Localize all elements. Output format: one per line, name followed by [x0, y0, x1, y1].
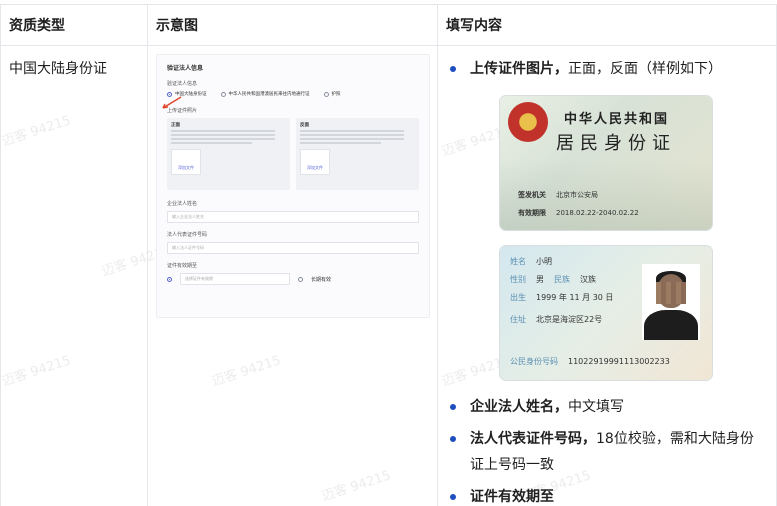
id-card-back-image: 姓名 小明 性别男民族 汉族 出生 1999 年 11 月 30 日 住址 北京是海淀区…: [500, 246, 712, 380]
header-qualification-type: 资质类型: [0, 4, 148, 46]
red-arrow-icon: [162, 96, 182, 109]
list-item: 法人代表证件号码，18位校验，需和大陆身份证上号码一致: [450, 426, 764, 478]
radio-icon: [298, 276, 303, 282]
id-back-address-row: 住址 北京是海淀区22号: [510, 315, 603, 324]
mock-expiry-field: 选择证件有效期: [180, 273, 290, 285]
id-back-sex-row: 性别男民族 汉族: [510, 275, 596, 284]
id-back-birth-row: 出生 1999 年 11 月 30 日: [510, 293, 614, 302]
requirements-list: 企业法人姓名，中文填写 法人代表证件号码，18位校验，需和大陆身份证上号码一致 …: [450, 394, 764, 506]
mock-doc-label: 验证法人信息: [167, 81, 198, 87]
mock-upload-front: 正面 添加文件: [167, 118, 290, 190]
fill-content-cell: 上传证件图片，正面，反面（样例如下） 中华人民共和国 居民身份证 签发机关 北京市…: [437, 45, 777, 506]
requirements-list: 上传证件图片，正面，反面（样例如下）: [450, 56, 764, 82]
mock-title: 验证法人信息: [167, 65, 204, 72]
mock-upload-button: 添加文件: [171, 149, 201, 175]
mock-upload-label: 上传证件照片: [167, 108, 198, 114]
mock-option: 中华人民共和国港澳居民来往内地通行证: [220, 91, 310, 97]
qualification-type-cell: 中国大陆身份证: [0, 45, 148, 506]
id-front-country: 中华人民共和国: [564, 112, 670, 127]
mock-doc-options: 中国大陆身份证 中华人民共和国港澳居民来往内地通行证 护照: [167, 91, 419, 97]
id-card-samples: 中华人民共和国 居民身份证 签发机关 北京市公安局 有效期限 2018.02.22-…: [500, 96, 764, 380]
list-item: 企业法人姓名，中文填写: [450, 394, 764, 420]
mock-expiry-row: 选择证件有效期 长期有效: [167, 273, 419, 285]
id-back-idno-row: 公民身份号码 110229199911130022​33: [510, 357, 670, 366]
illustration-cell: 验证法人信息 验证法人信息 中国大陆身份证 中华人民共和国港澳居民来往内地通行证…: [147, 45, 438, 506]
radio-icon: [220, 91, 226, 97]
mock-id-label: 法人代表证件号码: [167, 232, 208, 238]
id-photo: [642, 264, 700, 340]
mock-expiry-label: 证件有效期至: [167, 263, 198, 269]
qualification-table: 资质类型 示意图 填写内容 中国大陆身份证 验证法人信息 验证法人信息 中国大陆…: [0, 4, 777, 506]
id-front-valid-row: 有效期限 2018.02.22-2040.02.22: [518, 209, 639, 217]
id-front-authority-row: 签发机关 北京市公安局: [518, 191, 598, 199]
mock-long-term: 长期有效: [311, 276, 332, 283]
header-illustration: 示意图: [147, 4, 438, 46]
id-card-front-image: 中华人民共和国 居民身份证 签发机关 北京市公安局 有效期限 2018.02.22-…: [500, 96, 712, 230]
mock-upload-back: 反面 添加文件: [296, 118, 419, 190]
radio-selected-icon: [167, 276, 172, 282]
table-header-row: 资质类型 示意图 填写内容: [0, 4, 777, 46]
national-emblem-icon: [508, 102, 548, 142]
id-front-title: 居民身份证: [556, 133, 676, 154]
mock-upload-area: 正面 添加文件 反面 添加文件: [167, 118, 419, 190]
id-back-name-row: 姓名 小明: [510, 257, 552, 266]
list-item: 证件有效期至: [450, 484, 764, 506]
mock-id-field: 输入法人证件号码: [167, 242, 419, 254]
mock-upload-button: 添加文件: [300, 149, 330, 175]
list-item: 上传证件图片，正面，反面（样例如下）: [450, 56, 764, 82]
header-fill-content: 填写内容: [437, 4, 777, 46]
mock-name-label: 企业法人姓名: [167, 201, 198, 207]
table-row: 中国大陆身份证 验证法人信息 验证法人信息 中国大陆身份证 中华人民共和国港澳居…: [0, 45, 777, 506]
radio-icon: [323, 91, 329, 97]
mock-name-field: 输入企业法人姓名: [167, 211, 419, 223]
mock-option: 护照: [323, 91, 341, 97]
form-screenshot: 验证法人信息 验证法人信息 中国大陆身份证 中华人民共和国港澳居民来往内地通行证…: [156, 54, 430, 318]
